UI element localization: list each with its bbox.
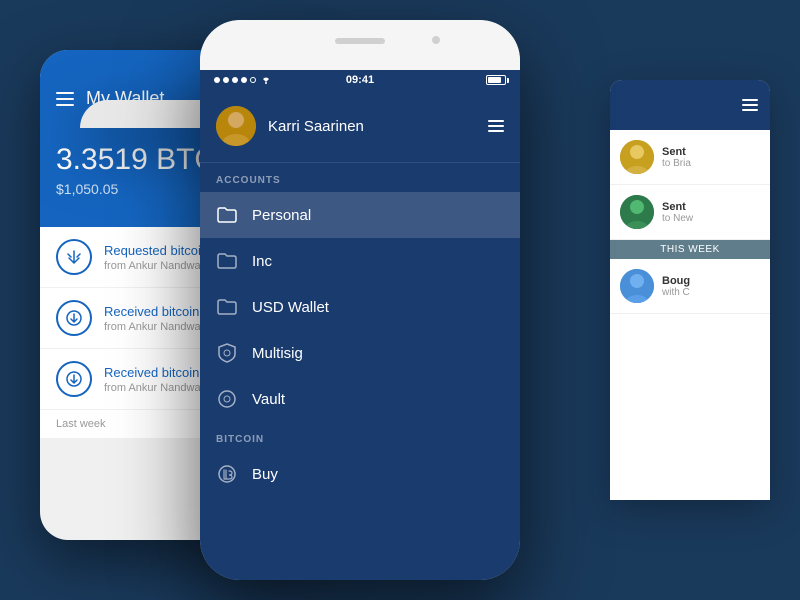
list-item[interactable]: Boug with C	[610, 259, 770, 314]
sidebar-item-personal[interactable]: Personal	[200, 192, 520, 238]
transaction-subtitle: to Bria	[662, 158, 691, 169]
folder-icon	[216, 250, 238, 272]
drawer-hamburger-icon[interactable]	[488, 120, 504, 132]
bitcoin-section-label: BITCOIN	[200, 422, 520, 451]
shield-icon	[216, 342, 238, 364]
transaction-title: Sent	[662, 201, 693, 213]
list-item[interactable]: Sent to Bria	[610, 130, 770, 185]
signal-dot	[232, 77, 238, 83]
avatar	[620, 195, 654, 229]
drawer-header: Karri Saarinen	[200, 90, 520, 163]
sidebar-item-buy[interactable]: Buy	[200, 451, 520, 497]
bitcoin-icon	[216, 463, 238, 485]
folder-icon	[216, 204, 238, 226]
iphone: 09:41 Karri Saarinen	[200, 20, 520, 580]
transaction-details: Sent to Bria	[662, 146, 691, 169]
signal-dot	[250, 77, 256, 83]
iphone-speaker	[335, 38, 385, 44]
accounts-section-label: ACCOUNTS	[200, 163, 520, 192]
right-transaction-panel: Sent to Bria Sent to New THIS WEEK Bo	[610, 80, 770, 500]
iphone-content: Karri Saarinen ACCOUNTS Personal	[200, 90, 520, 580]
receive-icon	[56, 361, 92, 397]
request-icon	[56, 239, 92, 275]
signal-dot	[214, 77, 220, 83]
multisig-label: Multisig	[252, 345, 303, 362]
inc-account-label: Inc	[252, 253, 272, 270]
iphone-camera	[432, 36, 440, 44]
drawer-menu: Karri Saarinen ACCOUNTS Personal	[200, 90, 520, 580]
transaction-title: Boug	[662, 275, 690, 287]
avatar	[216, 106, 256, 146]
iphone-status-bar: 09:41	[200, 70, 520, 90]
transaction-subtitle: with C	[662, 287, 690, 298]
transaction-title: Sent	[662, 146, 691, 158]
avatar-image	[216, 106, 256, 146]
avatar	[620, 269, 654, 303]
right-hamburger-icon[interactable]	[742, 99, 758, 111]
signal-dots	[214, 77, 256, 83]
signal-dot	[241, 77, 247, 83]
battery-fill	[488, 77, 501, 83]
receive-icon	[56, 300, 92, 336]
buy-label: Buy	[252, 466, 278, 483]
hamburger-menu-icon[interactable]	[56, 92, 74, 106]
vault-icon	[216, 388, 238, 410]
user-name: Karri Saarinen	[268, 118, 364, 135]
iphone-top	[200, 20, 520, 70]
avatar	[620, 140, 654, 174]
status-time: 09:41	[346, 74, 374, 86]
wifi-status-icon	[260, 75, 272, 85]
list-item[interactable]: Sent to New	[610, 185, 770, 240]
vault-label: Vault	[252, 391, 285, 408]
battery-indicator	[486, 75, 506, 85]
personal-account-label: Personal	[252, 207, 311, 224]
battery-icon	[486, 75, 506, 85]
usd-wallet-label: USD Wallet	[252, 299, 329, 316]
sidebar-item-vault[interactable]: Vault	[200, 376, 520, 422]
signal-dot	[223, 77, 229, 83]
this-week-banner: THIS WEEK	[610, 240, 770, 259]
right-panel-header	[610, 80, 770, 130]
sidebar-item-usd-wallet[interactable]: USD Wallet	[200, 284, 520, 330]
transaction-details: Boug with C	[662, 275, 690, 298]
transaction-details: Sent to New	[662, 201, 693, 224]
transaction-subtitle: to New	[662, 213, 693, 224]
sidebar-item-multisig[interactable]: Multisig	[200, 330, 520, 376]
folder-icon	[216, 296, 238, 318]
sidebar-item-inc[interactable]: Inc	[200, 238, 520, 284]
